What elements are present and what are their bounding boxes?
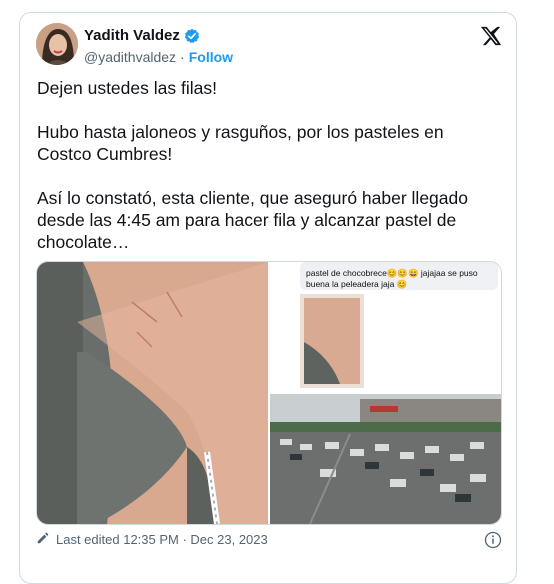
tweet-card: Yadith Valdez @yadithvaldez · Follow Dej… bbox=[19, 12, 517, 584]
author-name[interactable]: Yadith Valdez bbox=[84, 27, 180, 44]
author-name-row: Yadith Valdez bbox=[84, 27, 200, 44]
author-handle[interactable]: @yadithvaldez bbox=[84, 49, 176, 65]
author-avatar[interactable] bbox=[36, 23, 78, 65]
x-logo-icon[interactable] bbox=[480, 25, 502, 47]
photo-chat-screenshot[interactable]: pastel de chocobrece😊😊😄 jajajaa se puso … bbox=[270, 262, 501, 392]
photo-neck-scratches[interactable] bbox=[37, 262, 268, 524]
info-icon[interactable] bbox=[484, 531, 502, 549]
follow-button[interactable]: Follow bbox=[189, 49, 233, 65]
tweet-paragraph: Hubo hasta jaloneos y rasguños, por los … bbox=[37, 122, 444, 164]
tweet-text: Dejen ustedes las filas! Hubo hasta jalo… bbox=[37, 77, 497, 275]
pencil-icon bbox=[36, 531, 50, 548]
tweet-paragraph: Así lo constató, esta cliente, que asegu… bbox=[37, 188, 468, 252]
author-handle-row: @yadithvaldez · Follow bbox=[84, 49, 233, 65]
verified-badge-icon bbox=[184, 28, 200, 44]
separator-dot: · bbox=[180, 49, 185, 65]
last-edited-link[interactable]: Last edited 12:35 PM · Dec 23, 2023 bbox=[56, 532, 268, 547]
media-grid[interactable]: pastel de chocobrece😊😊😄 jajajaa se puso … bbox=[36, 261, 502, 525]
tweet-footer: Last edited 12:35 PM · Dec 23, 2023 bbox=[36, 531, 268, 548]
chat-message: pastel de chocobrece😊😊😄 jajajaa se puso … bbox=[306, 268, 478, 289]
photo-parking-lot[interactable] bbox=[270, 394, 501, 524]
tweet-paragraph: Dejen ustedes las filas! bbox=[37, 78, 217, 98]
